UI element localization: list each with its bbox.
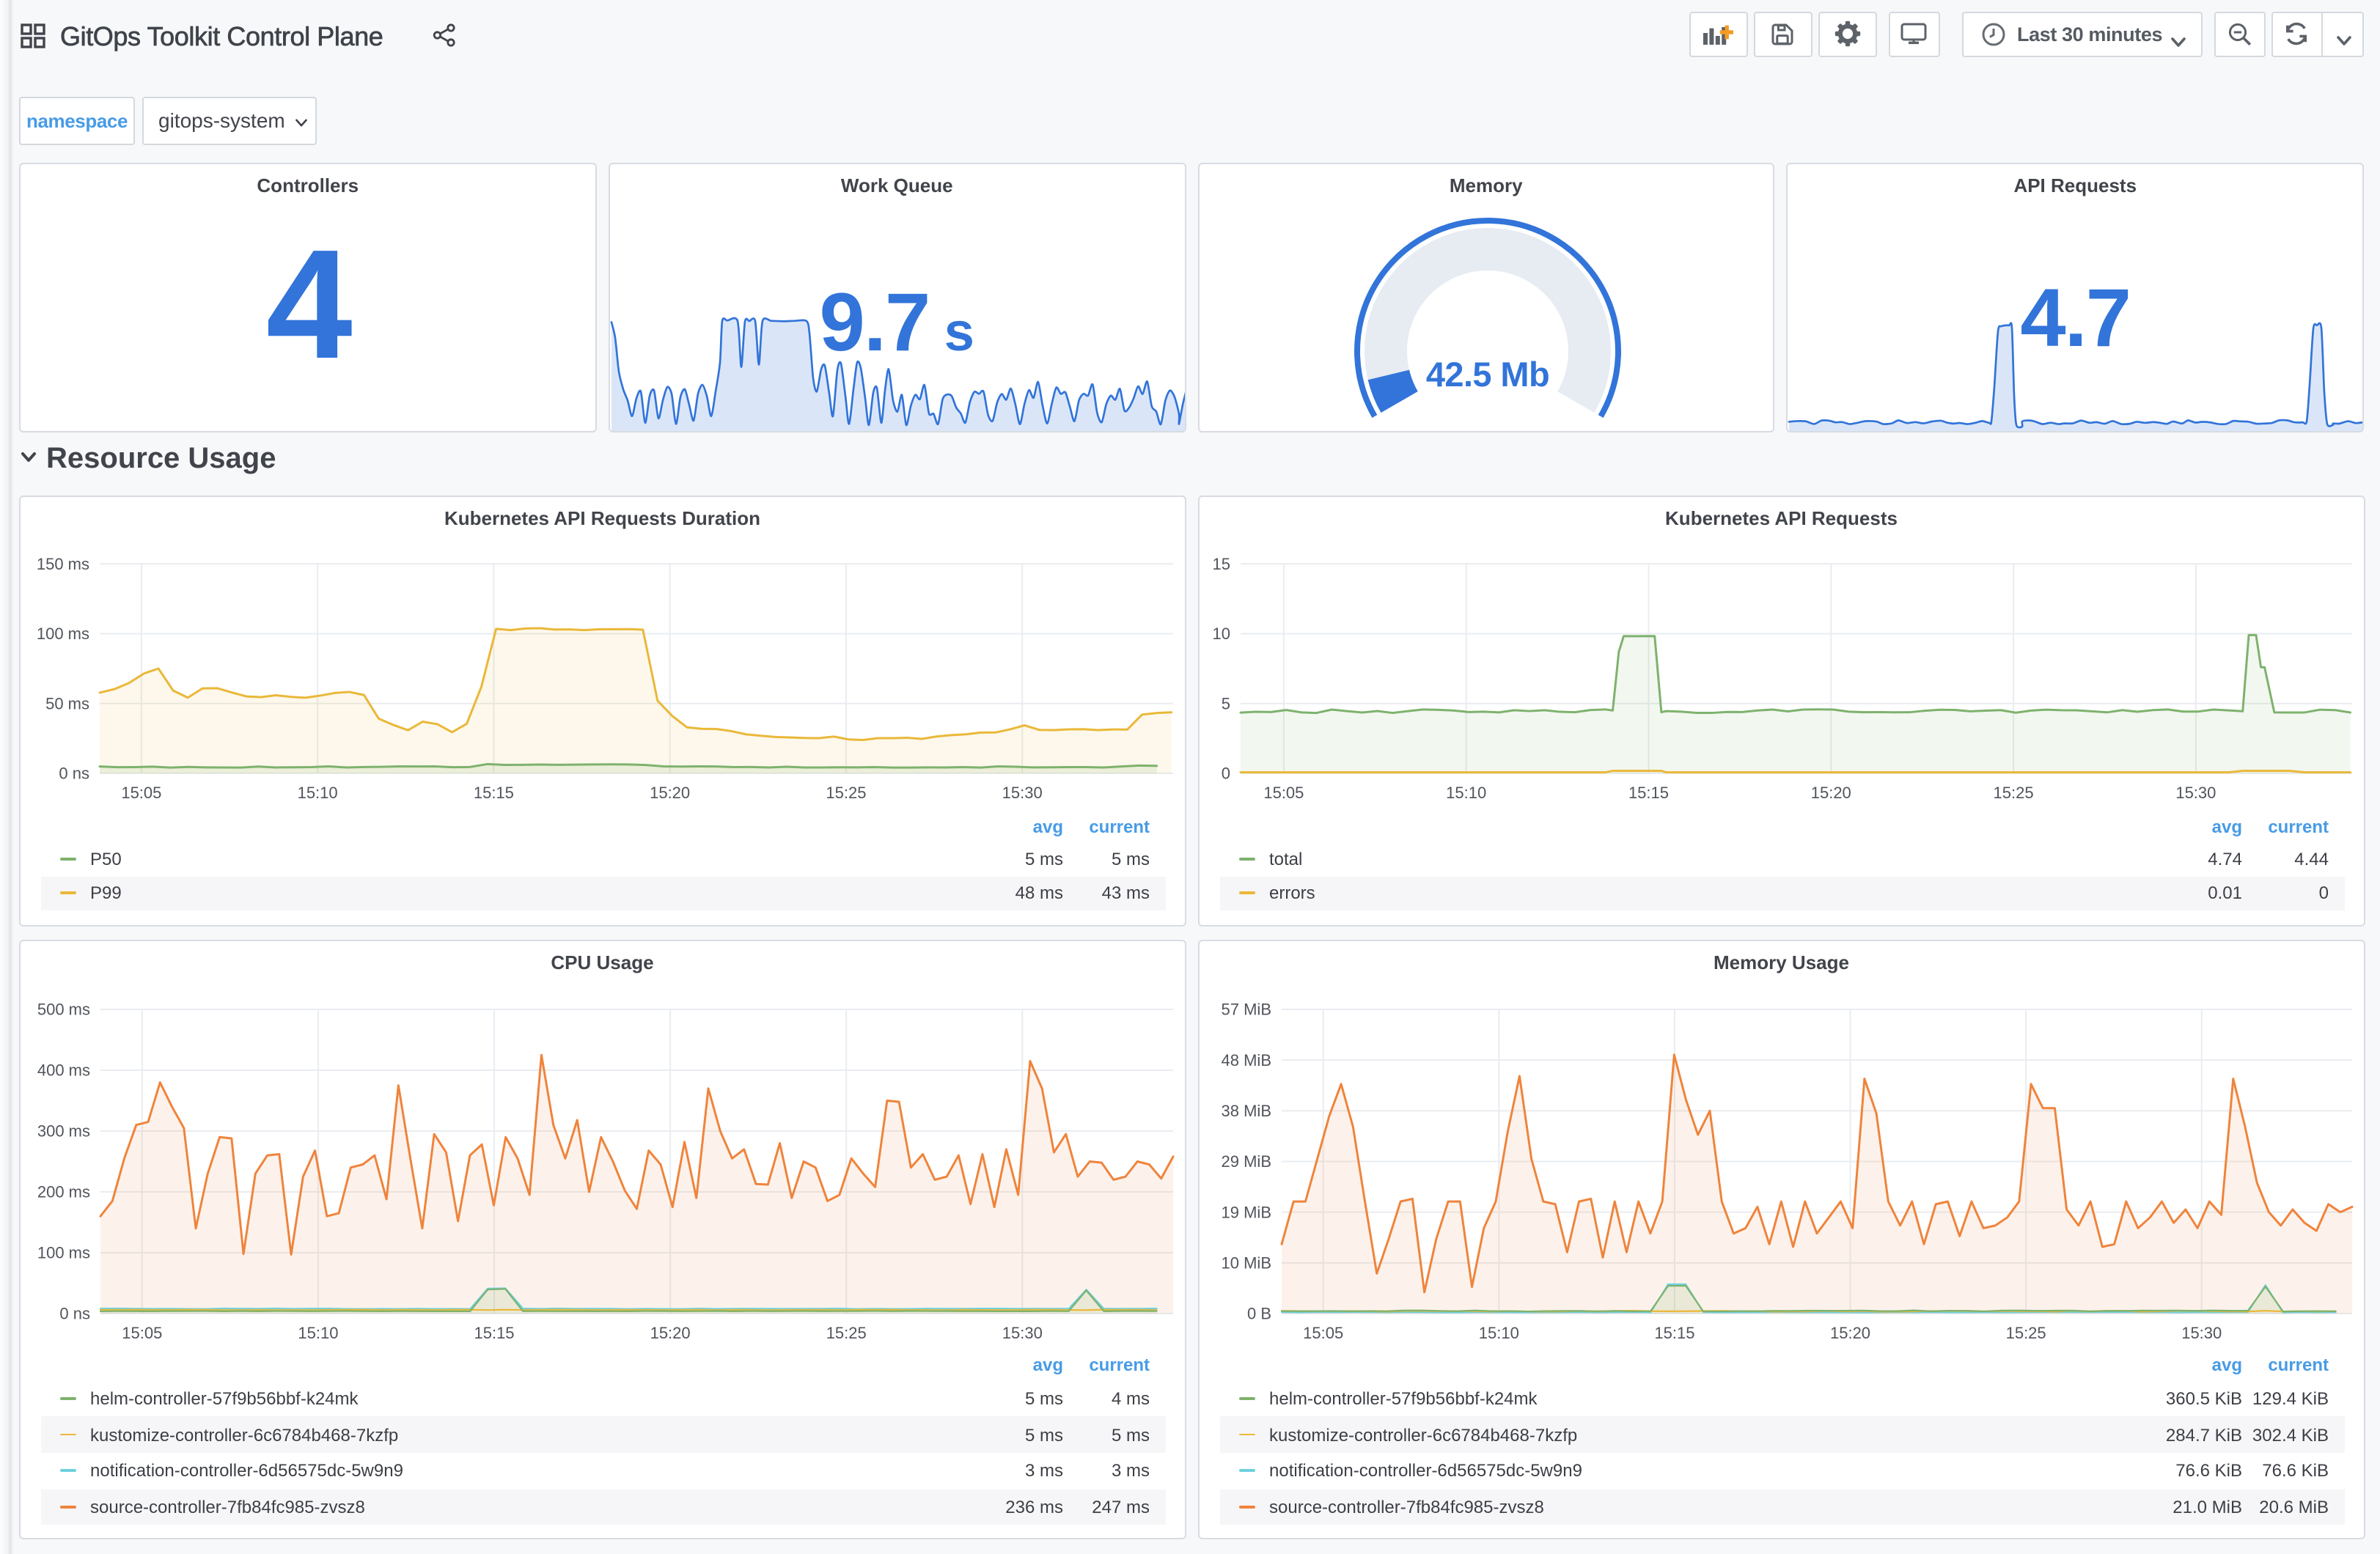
svg-text:15:30: 15:30 (2175, 783, 2216, 801)
svg-text:15:20: 15:20 (1811, 783, 1851, 801)
svg-text:15:05: 15:05 (121, 783, 161, 801)
svg-text:15:30: 15:30 (1002, 783, 1043, 801)
svg-text:0 ns: 0 ns (59, 1305, 90, 1323)
svg-text:0 ns: 0 ns (59, 764, 89, 782)
svg-text:15:30: 15:30 (1002, 1324, 1043, 1342)
svg-text:10 MiB: 10 MiB (1222, 1253, 1271, 1272)
svg-text:15:20: 15:20 (650, 1324, 691, 1342)
svg-text:15:05: 15:05 (122, 1324, 162, 1342)
svg-text:15:10: 15:10 (298, 783, 338, 801)
svg-text:15:25: 15:25 (1994, 783, 2034, 801)
svg-text:19 MiB: 19 MiB (1222, 1203, 1271, 1221)
svg-text:400 ms: 400 ms (37, 1061, 90, 1080)
svg-text:15:10: 15:10 (1446, 783, 1486, 801)
svg-text:200 ms: 200 ms (37, 1183, 90, 1201)
svg-text:50 ms: 50 ms (45, 693, 89, 712)
svg-text:15:10: 15:10 (298, 1324, 338, 1342)
svg-text:15:15: 15:15 (474, 783, 514, 801)
svg-text:150 ms: 150 ms (37, 554, 89, 572)
svg-text:100 ms: 100 ms (37, 624, 89, 642)
svg-text:0: 0 (1222, 764, 1230, 782)
svg-text:15:25: 15:25 (2006, 1324, 2046, 1342)
svg-text:5: 5 (1222, 693, 1230, 712)
svg-text:15:15: 15:15 (1654, 1324, 1694, 1342)
svg-text:15:20: 15:20 (1830, 1324, 1870, 1342)
svg-text:15:25: 15:25 (826, 1324, 867, 1342)
svg-text:300 ms: 300 ms (37, 1122, 90, 1141)
svg-text:15:25: 15:25 (826, 783, 866, 801)
svg-text:100 ms: 100 ms (37, 1244, 90, 1262)
svg-text:10: 10 (1213, 624, 1230, 642)
svg-text:15:05: 15:05 (1263, 783, 1304, 801)
svg-text:38 MiB: 38 MiB (1222, 1102, 1271, 1120)
svg-text:0 B: 0 B (1247, 1305, 1271, 1323)
svg-text:42.5 Mb: 42.5 Mb (1425, 355, 1549, 394)
svg-text:29 MiB: 29 MiB (1222, 1152, 1271, 1171)
svg-text:15:15: 15:15 (474, 1324, 514, 1342)
svg-text:15:30: 15:30 (2181, 1324, 2222, 1342)
svg-text:48 MiB: 48 MiB (1222, 1051, 1271, 1069)
svg-text:57 MiB: 57 MiB (1222, 1001, 1271, 1019)
svg-text:15:05: 15:05 (1303, 1324, 1343, 1342)
svg-text:15:10: 15:10 (1479, 1324, 1519, 1342)
svg-text:500 ms: 500 ms (37, 1001, 90, 1019)
svg-text:15: 15 (1213, 554, 1230, 572)
svg-text:15:15: 15:15 (1628, 783, 1669, 801)
svg-text:15:20: 15:20 (650, 783, 690, 801)
